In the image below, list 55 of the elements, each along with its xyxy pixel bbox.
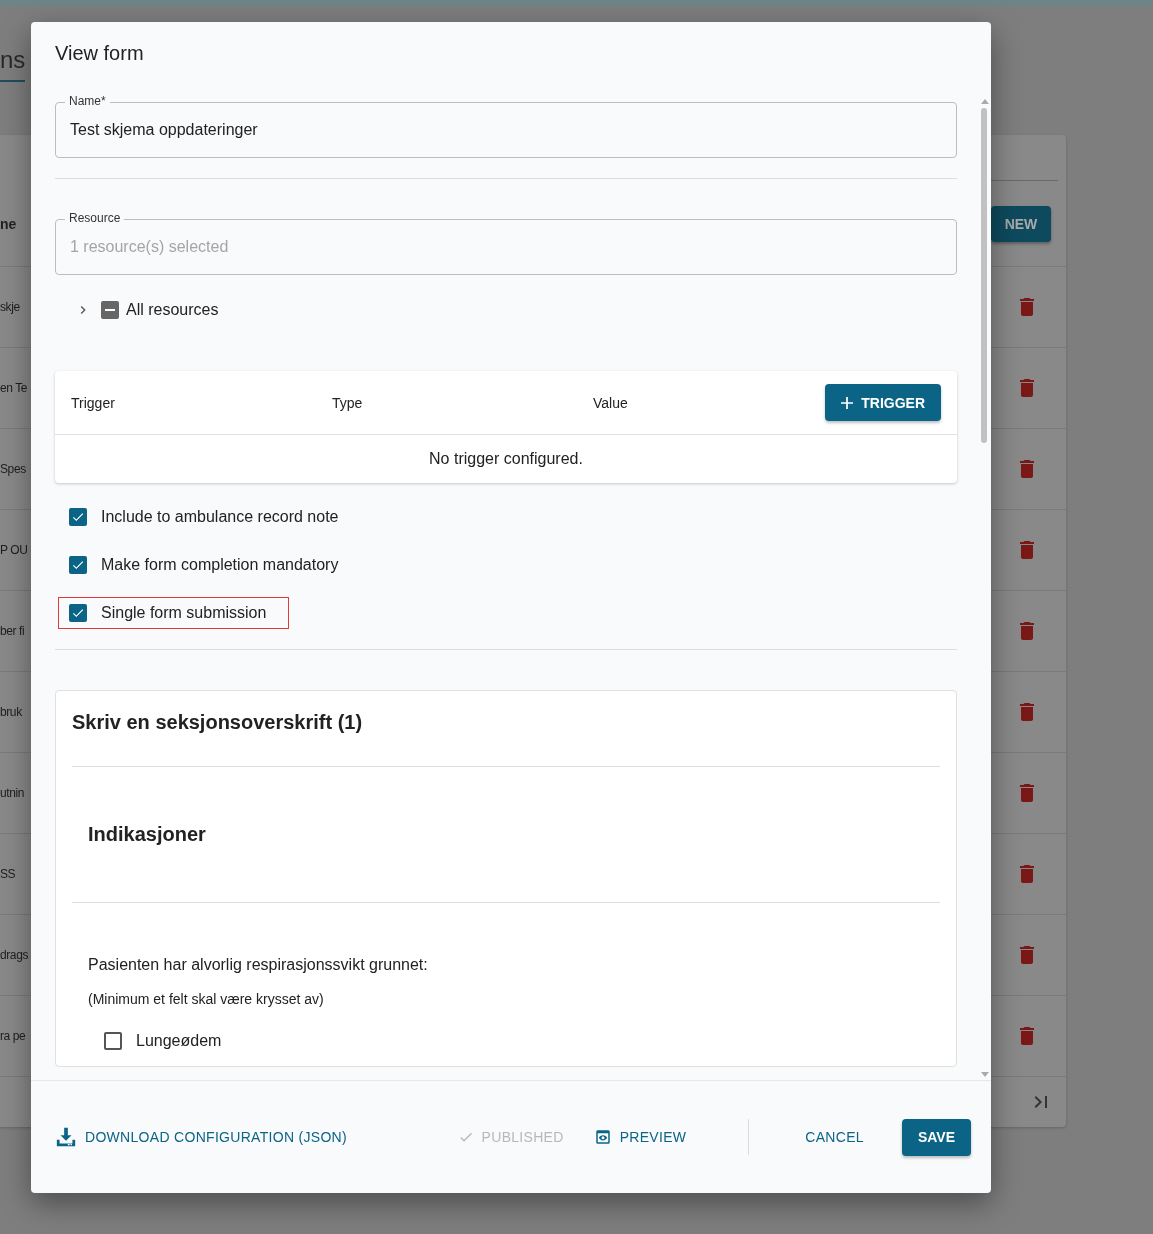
choice-label: Lungeødem [136,1032,222,1050]
checkbox-option[interactable]: Single form submission [58,597,290,629]
checkbox-option[interactable]: Make form completion mandatory [58,549,362,581]
column-header: Trigger [71,394,116,411]
checkbox[interactable] [69,556,87,574]
minus-icon [105,309,115,311]
trash-icon[interactable] [1020,784,1034,802]
tree-label: All resources [126,301,219,319]
new-button[interactable]: NEW [991,205,1051,242]
trash-icon[interactable] [1020,1027,1034,1045]
trash-icon[interactable] [1020,541,1034,559]
subsection-title: Indikasjoner [88,823,207,846]
scroll-up-icon[interactable] [981,98,989,104]
table-cell: bruk [0,705,22,719]
table-cell: ra pe [0,1029,26,1043]
trash-icon[interactable] [1020,865,1034,883]
trash-icon[interactable] [1020,946,1034,964]
question-text: Pasienten har alvorlig respirasjonssvikt grunnet: [88,956,429,974]
table-cell: drags [0,948,29,962]
checkbox[interactable] [104,1032,122,1050]
checkbox[interactable] [69,604,87,622]
download-button[interactable]: DOWNLOAD CONFIGURATION (JSON) [47,1120,355,1154]
table-cell: SS [0,867,16,881]
empty-message: No trigger configured. [428,449,584,469]
scrollbar-thumb[interactable] [981,108,987,443]
trash-icon[interactable] [1020,703,1034,721]
table-cell: P OU [0,543,28,557]
trash-icon[interactable] [1020,379,1034,397]
table-cell: skje [0,300,20,314]
last-page-icon[interactable] [1034,1096,1048,1108]
column-header: Value [593,394,629,411]
cancel-button[interactable]: CANCEL [797,1123,872,1151]
dialog-title: View form [54,41,145,66]
column-heading: ne [0,215,17,232]
section-title: Skriv en seksjonsoverskrift (1) [72,711,364,735]
hint-text: (Minimum et felt skal være krysset av) [88,991,325,1007]
checkbox[interactable] [101,301,119,319]
tab-label[interactable]: ns [0,46,26,82]
table-cell: Spes [0,462,26,476]
preview-icon [593,1128,612,1146]
checkbox[interactable] [69,508,87,526]
table-cell: ber fi [0,624,25,638]
save-button[interactable]: SAVE [901,1118,971,1156]
column-header: Type [332,394,364,411]
download-icon [55,1126,77,1148]
scroll-down-icon[interactable] [981,1072,989,1078]
preview-button[interactable]: PREVIEW [585,1122,695,1152]
trash-icon[interactable] [1020,298,1034,316]
table-cell: en Te [0,381,28,395]
table-cell: utnin [0,786,25,800]
add-trigger-button[interactable]: TRIGGER [825,384,941,421]
trash-icon[interactable] [1020,460,1034,478]
trash-icon[interactable] [1020,622,1034,640]
plus-icon [841,396,854,409]
checkbox-option[interactable]: Include to ambulance record note [58,501,362,533]
